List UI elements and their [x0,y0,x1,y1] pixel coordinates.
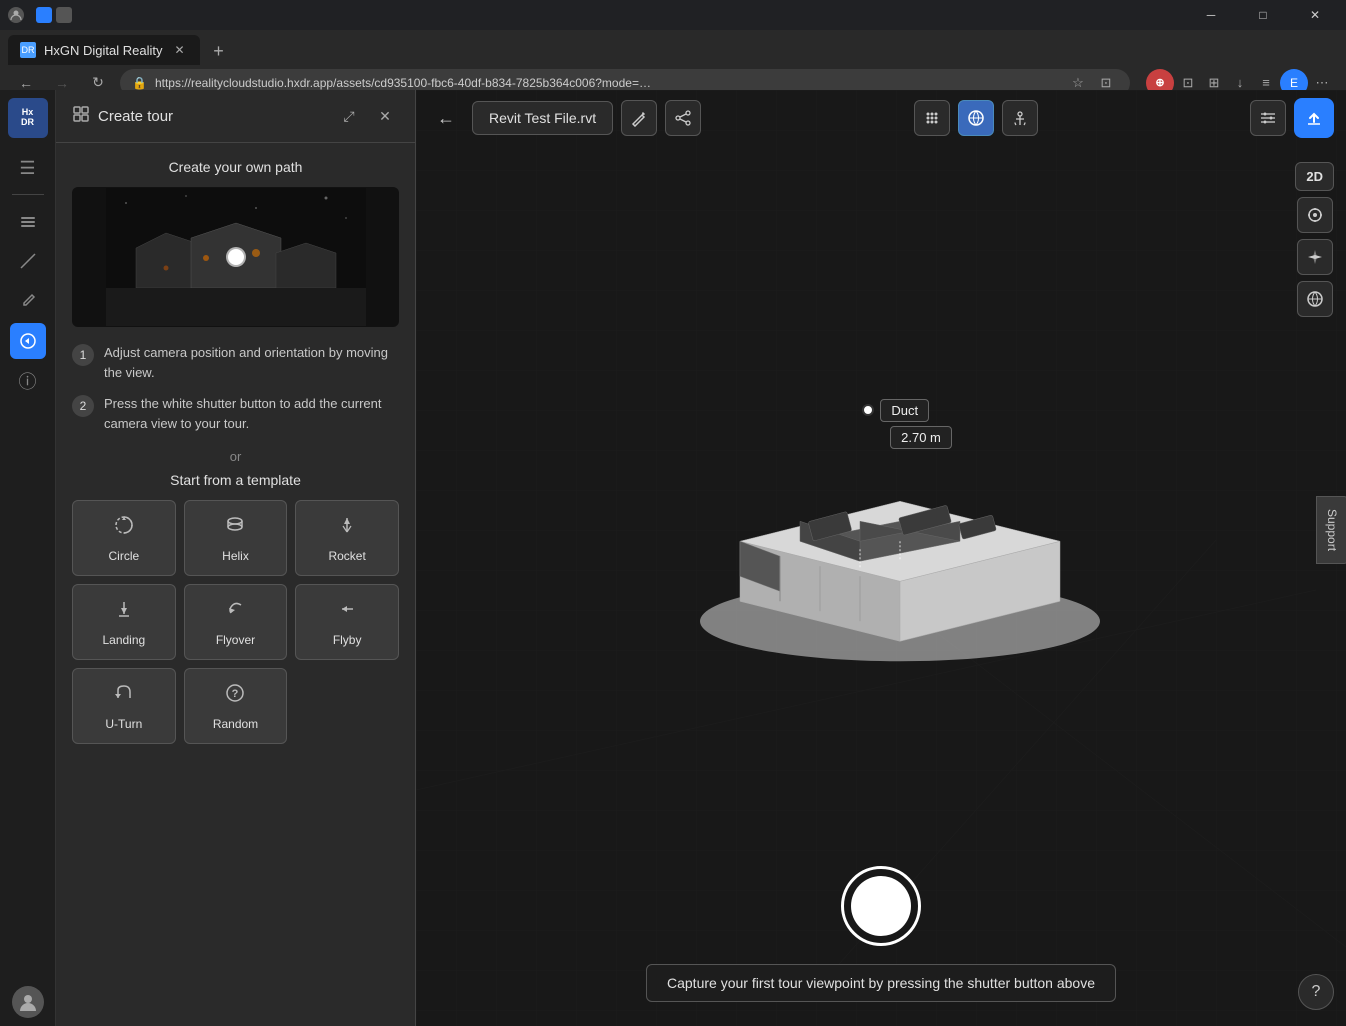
dots-grid-button[interactable] [914,100,950,136]
app-sidebar: HxDR ☰ ⓘ [0,90,56,1026]
template-section: Start from a template Circle Helix [72,472,399,744]
template-helix-button[interactable]: Helix [184,500,288,576]
help-button[interactable]: ? [1298,974,1334,1010]
close-button[interactable]: ✕ [1292,0,1338,30]
sidebar-icon-layers[interactable] [10,203,46,239]
support-tab[interactable]: Support [1316,496,1346,564]
title-bar: ─ □ ✕ [0,0,1346,30]
ext-icon-1 [36,7,52,23]
sidebar-divider [12,194,44,195]
template-uturn-button[interactable]: U-Turn [72,668,176,744]
view-mode-label[interactable]: 2D [1295,162,1334,191]
browser-profile-icon[interactable] [8,7,24,23]
rocket-label: Rocket [328,549,365,563]
template-random-button[interactable]: ? Random [184,668,288,744]
globe-view-button[interactable] [1297,281,1333,317]
upload-button[interactable] [1294,98,1334,138]
tour-preview-image [72,187,399,327]
template-rocket-button[interactable]: Rocket [295,500,399,576]
flyover-label: Flyover [216,633,255,647]
app-logo: HxDR [8,98,48,138]
viewport-topbar: ← Revit Test File.rvt [416,90,1346,146]
panel-title: Create tour [98,108,327,125]
panel-expand-button[interactable]: ⤢ [335,102,363,130]
helix-label: Helix [222,549,249,563]
shutter-button[interactable] [841,866,921,946]
extension-icons [36,7,72,23]
main-viewport: ← Revit Test File.rvt [416,90,1346,1026]
tab-bar: DR HxGN Digital Reality ✕ + [0,30,1346,65]
tour-instructions: 1 Adjust camera position and orientation… [72,343,399,433]
url-text: https://realitycloudstudio.hxdr.app/asse… [155,76,655,90]
template-grid: Circle Helix Rocket [72,500,399,744]
template-landing-button[interactable]: Landing [72,584,176,660]
duct-label-container: Duct 2.70 m [880,399,929,422]
app-container: HxDR ☰ ⓘ Create tour ⤢ ✕ [0,90,1346,1026]
tab-label: HxGN Digital Reality [44,43,162,58]
duct-tag: Duct [880,399,929,422]
template-section-title: Start from a template [72,472,399,488]
random-label: Random [213,717,258,731]
duct-measurement: 2.70 m [890,426,952,449]
circle-label: Circle [108,549,139,563]
shutter-inner [851,876,911,936]
instruction-num-2: 2 [72,395,94,417]
file-name-button[interactable]: Revit Test File.rvt [472,101,613,135]
template-flyby-button[interactable]: Flyby [295,584,399,660]
panel-close-button[interactable]: ✕ [371,102,399,130]
duct-annotation: Duct 2.70 m [862,399,929,422]
preview-shutter-indicator [226,247,246,267]
ext-icon-2 [56,7,72,23]
new-tab-button[interactable]: + [204,37,232,65]
uturn-icon [112,681,136,711]
tab-favicon: DR [20,42,36,58]
circle-icon [112,513,136,543]
wand-tool-button[interactable] [621,100,657,136]
random-icon: ? [223,681,247,711]
instruction-num-1: 1 [72,344,94,366]
panel-header: Create tour ⤢ ✕ [56,90,415,143]
status-message: Capture your first tour viewpoint by pre… [646,964,1116,1002]
uturn-label: U-Turn [105,717,142,731]
filter-settings-button[interactable] [1250,100,1286,136]
minimize-button[interactable]: ─ [1188,0,1234,30]
helix-icon [223,513,247,543]
viewport-back-button[interactable]: ← [428,100,464,136]
share-tool-button[interactable] [665,100,701,136]
anchor-button[interactable] [1002,100,1038,136]
instruction-2: 2 Press the white shutter button to add … [72,394,399,433]
recenter-button[interactable] [1297,197,1333,233]
compass-button[interactable] [1297,239,1333,275]
panel-header-icon [72,105,90,128]
panel-content: Create your own path [56,143,415,1026]
template-circle-button[interactable]: Circle [72,500,176,576]
instruction-1: 1 Adjust camera position and orientation… [72,343,399,382]
landing-icon [112,597,136,627]
window-controls: ─ □ ✕ [1188,0,1338,30]
sidebar-icon-measure[interactable] [10,243,46,279]
sidebar-icon-edit[interactable] [10,283,46,319]
maximize-button[interactable]: □ [1240,0,1286,30]
instruction-text-2: Press the white shutter button to add th… [104,394,399,433]
create-tour-panel: Create tour ⤢ ✕ Create your own path [56,90,416,1026]
create-path-title: Create your own path [72,159,399,175]
flyby-label: Flyby [333,633,362,647]
template-flyover-button[interactable]: Flyover [184,584,288,660]
sidebar-icon-menu[interactable]: ☰ [10,150,46,186]
user-avatar[interactable] [12,986,44,1018]
duct-dot [862,404,874,416]
sidebar-icon-info[interactable]: ⓘ [10,363,46,399]
instruction-text-1: Adjust camera position and orientation b… [104,343,399,382]
sidebar-icon-tour[interactable] [10,323,46,359]
landing-label: Landing [102,633,145,647]
flyover-icon [223,597,247,627]
right-toolbar: 2D [1295,162,1334,317]
tab-close-button[interactable]: ✕ [170,41,188,59]
svg-text:?: ? [232,688,239,700]
rocket-icon [335,513,359,543]
or-divider: or [72,449,399,464]
active-tab[interactable]: DR HxGN Digital Reality ✕ [8,35,200,65]
globe-button[interactable] [958,100,994,136]
flyby-icon [335,597,359,627]
